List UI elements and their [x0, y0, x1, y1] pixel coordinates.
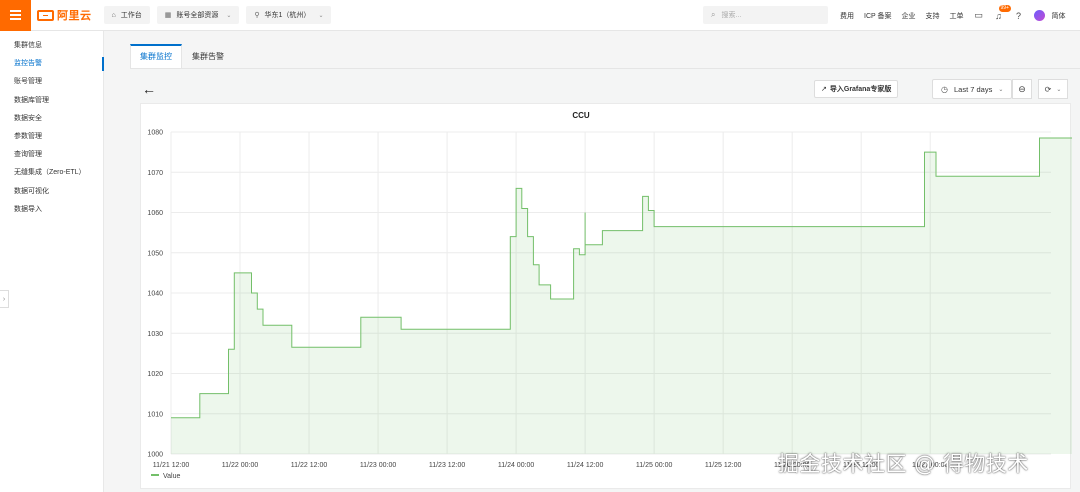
workbench-button[interactable]: ⌂ 工作台 [103, 6, 150, 24]
location-icon: ⚲ [254, 12, 260, 19]
home-icon: ⌂ [111, 11, 116, 19]
import-grafana-label: 导入Grafana专家版 [829, 86, 892, 93]
tab-cluster-monitoring[interactable]: 集群监控 [130, 44, 182, 68]
chart-title: CCU [572, 111, 590, 120]
clock-icon: ◷ [941, 84, 948, 94]
nav-ticket[interactable]: 工单 [950, 11, 964, 21]
sidebar: 集群信息 监控告警 账号管理 数据库管理 数据安全 参数管理 查询管理 无缝集成… [0, 31, 104, 492]
sidebar-item-databases[interactable]: 数据库管理 [0, 92, 103, 110]
back-arrow-icon[interactable]: ← [142, 81, 156, 97]
y-tick-label: 1020 [147, 371, 163, 378]
help-icon[interactable]: ? [1014, 11, 1024, 21]
x-tick-label: 11/24 00:00 [498, 462, 535, 469]
x-tick-label: 11/21 12:00 [153, 462, 190, 469]
nav-support[interactable]: 支持 [926, 11, 940, 21]
chevron-down-icon: ⌄ [998, 86, 1004, 93]
ccu-chart: CCU 1000 1010 1020 1030 1040 1050 1060 1070 1080 1… [147, 111, 1072, 480]
sidebar-item-import[interactable]: 数据导入 [0, 201, 103, 219]
region-label: 华东1（杭州） [264, 12, 311, 19]
language-switch[interactable]: 简体 [1052, 11, 1066, 21]
tab-cluster-alerts[interactable]: 集群告警 [182, 44, 234, 68]
search-placeholder: 搜索... [721, 12, 742, 19]
chevron-down-icon: ⌄ [226, 12, 232, 19]
screen-icon[interactable]: ▭ [974, 10, 984, 21]
nav-enterprise[interactable]: 企业 [902, 11, 916, 21]
sidebar-item-monitoring[interactable]: 监控告警 [0, 55, 104, 73]
watermark-text: 掘金技术社区 @ 得物技术 [778, 452, 1029, 476]
import-grafana-button[interactable]: ↗ 导入Grafana专家版 [814, 80, 899, 98]
menu-icon[interactable] [0, 0, 31, 31]
search-icon: ⌕ [711, 10, 716, 19]
bell-icon[interactable]: ♫ 99+ [994, 4, 1011, 21]
account-selector[interactable]: ▦ 账号全部资源 ⌄ [156, 6, 240, 24]
refresh-icon: ⟳ [1044, 84, 1052, 94]
y-tick-label: 1040 [147, 291, 163, 298]
sidebar-item-queries[interactable]: 查询管理 [0, 146, 103, 164]
zoom-out-icon[interactable]: ⊖ [1012, 79, 1032, 99]
x-tick-label: 11/24 12:00 [567, 462, 604, 469]
x-tick-label: 11/23 00:00 [360, 462, 397, 469]
time-range-picker[interactable]: ◷ Last 7 days ⌄ [932, 79, 1013, 99]
top-nav: 费用 ICP 备案 企业 支持 工单 ▭ ♫ 99+ ? 简体 [840, 0, 1066, 31]
account-label: 账号全部资源 [176, 12, 219, 19]
sidebar-item-accounts[interactable]: 账号管理 [0, 73, 103, 91]
x-tick-label: 11/25 00:00 [636, 462, 673, 469]
sidebar-expand-icon[interactable]: › [0, 290, 9, 308]
y-tick-label: 1080 [147, 130, 163, 137]
y-tick-label: 1070 [147, 170, 163, 177]
y-tick-label: 1010 [147, 411, 163, 418]
legend-label: Value [163, 473, 180, 480]
sidebar-item-security[interactable]: 数据安全 [0, 110, 103, 128]
region-selector[interactable]: ⚲ 华东1（杭州） ⌄ [246, 6, 332, 24]
y-tick-label: 1050 [147, 250, 163, 257]
refresh-button[interactable]: ⟳ ⌄ [1038, 79, 1068, 99]
series-area [171, 138, 1072, 454]
x-tick-label: 11/25 12:00 [705, 462, 742, 469]
y-tick-label: 1030 [147, 331, 163, 338]
search-input[interactable]: ⌕ 搜索... [703, 6, 828, 24]
tab-bar: 集群监控 集群告警 [130, 44, 234, 68]
logo-text: 阿里云 [57, 10, 92, 22]
nav-billing[interactable]: 费用 [840, 11, 854, 21]
workbench-label: 工作台 [120, 12, 142, 19]
monitoring-panel: ← ↗ 导入Grafana专家版 ◷ Last 7 days ⌄ ⊖ ⟳ ⌄ C… [130, 68, 1080, 492]
x-tick-label: 11/23 12:00 [429, 462, 466, 469]
aliyun-logo[interactable]: 阿里云 [37, 7, 92, 23]
external-link-icon: ↗ [821, 86, 827, 93]
resource-icon: ▦ [164, 12, 172, 19]
time-range-label: Last 7 days [953, 84, 993, 94]
y-tick-label: 1000 [147, 452, 163, 459]
logo-mark-icon [37, 9, 54, 21]
y-tick-label: 1060 [147, 210, 163, 217]
nav-icp[interactable]: ICP 备案 [864, 11, 892, 21]
panel-toolbar: ← ↗ 导入Grafana专家版 ◷ Last 7 days ⌄ ⊖ ⟳ ⌄ [138, 79, 1072, 101]
chart-card: CCU 1000 1010 1020 1030 1040 1050 1060 1070 1080 1… [140, 103, 1072, 489]
sidebar-item-zero-etl[interactable]: 无缝集成（Zero-ETL） [0, 164, 103, 182]
sidebar-item-cluster-info[interactable]: 集群信息 [0, 37, 103, 55]
notification-badge: 99+ [998, 4, 1011, 12]
chevron-down-icon: ⌄ [1056, 86, 1062, 93]
chevron-down-icon: ⌄ [318, 12, 324, 19]
sidebar-item-visualization[interactable]: 数据可视化 [0, 183, 103, 201]
x-tick-label: 11/22 00:00 [222, 462, 259, 469]
x-tick-label: 11/22 12:00 [291, 462, 328, 469]
avatar[interactable] [1033, 10, 1045, 21]
sidebar-item-parameters[interactable]: 参数管理 [0, 128, 103, 146]
